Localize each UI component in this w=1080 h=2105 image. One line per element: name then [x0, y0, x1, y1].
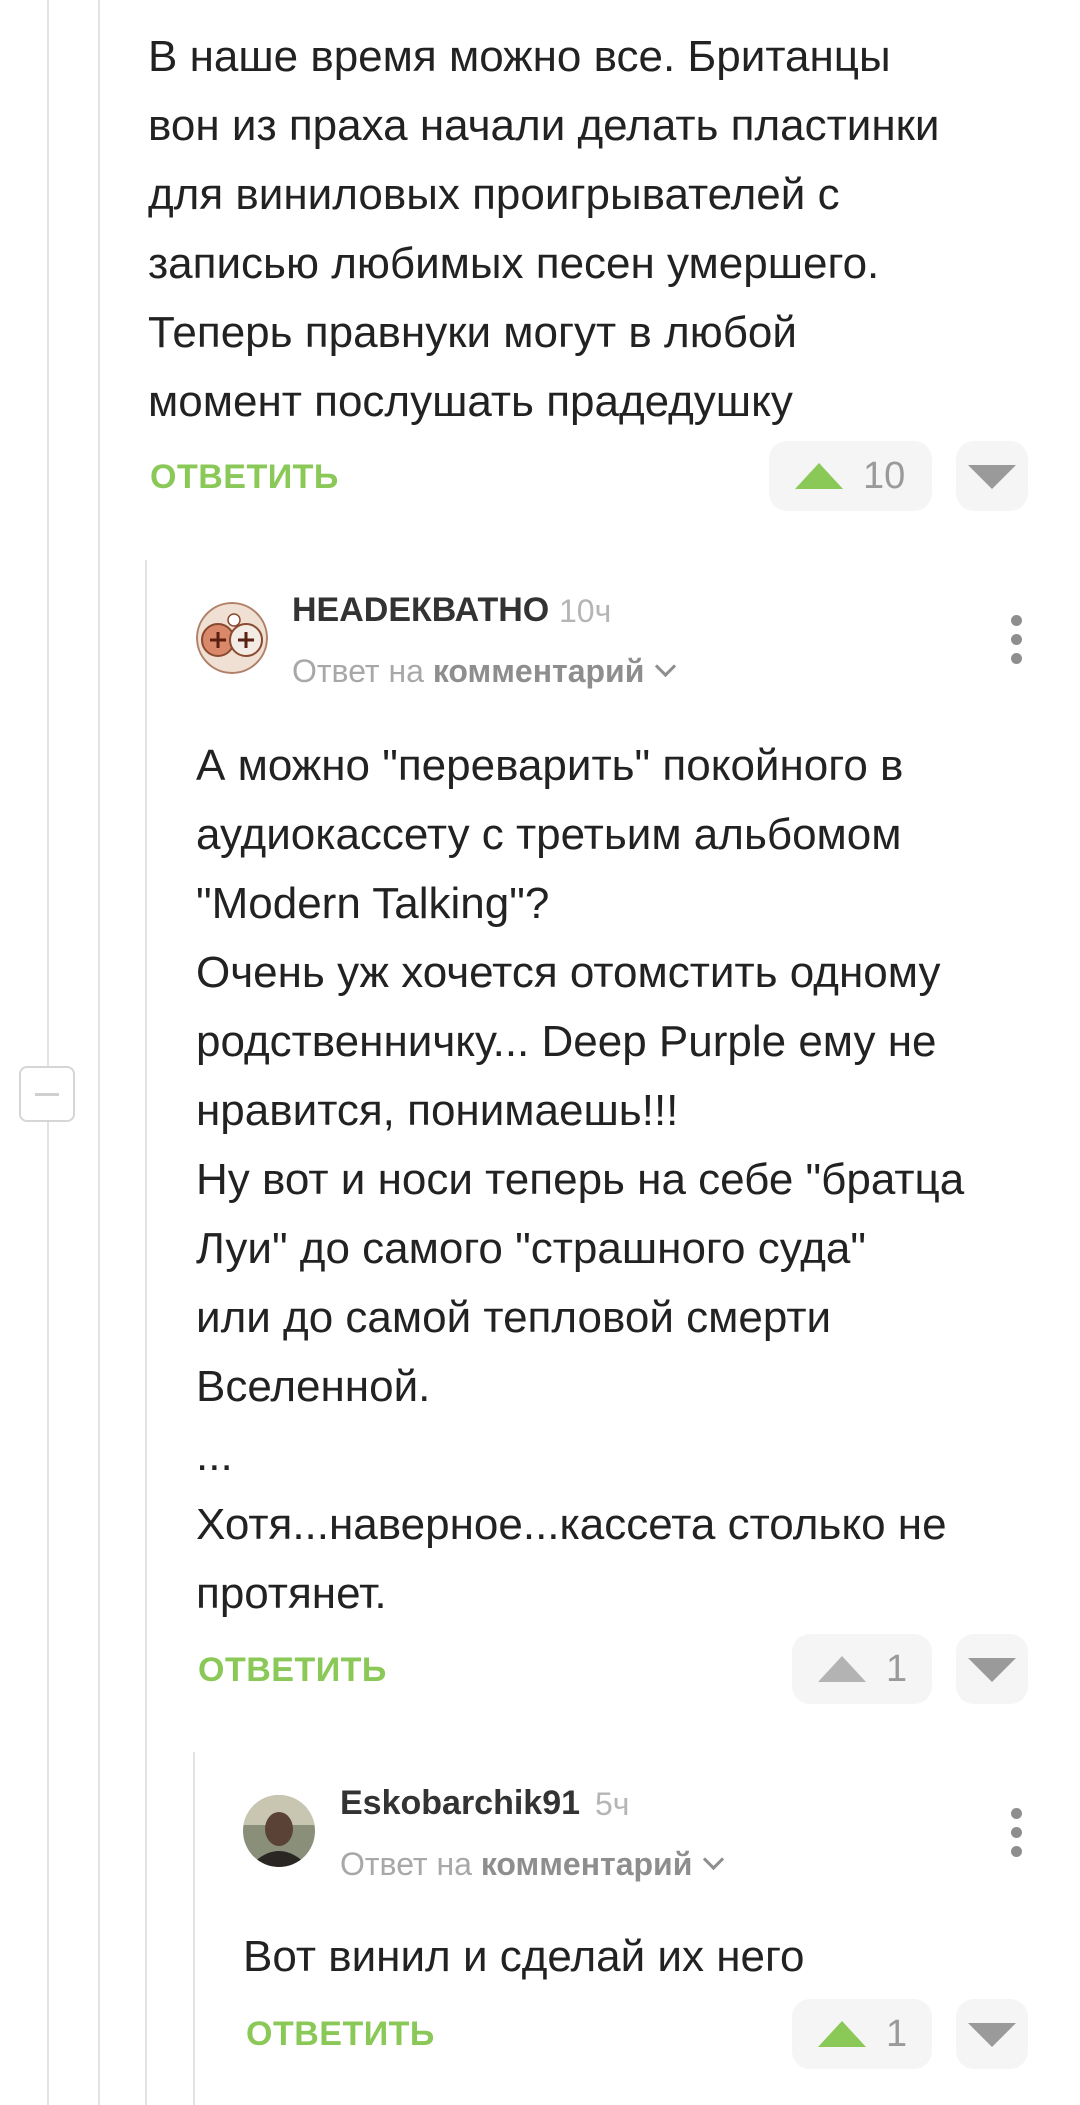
- comment-time: 5ч: [595, 1786, 630, 1822]
- collapse-thread-icon[interactable]: [19, 1066, 75, 1122]
- upvote-icon[interactable]: [795, 463, 843, 489]
- more-options-icon[interactable]: [1011, 1808, 1025, 1865]
- downvote-button[interactable]: [956, 441, 1028, 511]
- comment-author[interactable]: Eskobarchik91: [340, 1784, 580, 1823]
- reply-to-link[interactable]: комментарий: [481, 1846, 693, 1882]
- chevron-down-icon[interactable]: [703, 1848, 725, 1871]
- downvote-icon: [968, 2023, 1016, 2047]
- vote-up-group[interactable]: 1: [792, 1634, 932, 1704]
- rating-count: 10: [863, 454, 906, 497]
- reply-to-line[interactable]: Ответ на комментарий: [292, 653, 677, 690]
- upvote-icon[interactable]: [818, 2021, 866, 2047]
- thread-line-level3: [193, 1752, 195, 2105]
- chevron-down-icon[interactable]: [655, 655, 677, 678]
- avatar[interactable]: [243, 1795, 315, 1867]
- rating-count: 1: [886, 2012, 908, 2055]
- thread-line-level1: [98, 0, 100, 2105]
- vote-up-group[interactable]: 10: [769, 441, 932, 511]
- reply-button[interactable]: ОТВЕТИТЬ: [198, 1651, 387, 1690]
- comment-text: Вот винил и сделай их него: [243, 1932, 805, 1981]
- downvote-icon: [968, 1658, 1016, 1682]
- vote-up-group[interactable]: 1: [792, 1999, 932, 2069]
- comment-text: В наше время можно все. Британцы вон из …: [148, 32, 940, 426]
- reply-button[interactable]: ОТВЕТИТЬ: [246, 2015, 435, 2054]
- downvote-button[interactable]: [956, 1634, 1028, 1704]
- downvote-button[interactable]: [956, 1999, 1028, 2069]
- comment-time: 10ч: [559, 593, 612, 629]
- comment-text: А можно "переварить" покойного в аудиока…: [196, 741, 965, 1618]
- thread-line-root: [47, 0, 49, 2105]
- reply-button[interactable]: ОТВЕТИТЬ: [150, 458, 339, 497]
- comment-author[interactable]: НЕАDЕКВАТНО: [292, 591, 549, 630]
- more-options-icon[interactable]: [1011, 615, 1025, 672]
- rating-count: 1: [886, 1647, 908, 1690]
- thread-line-level2: [145, 560, 147, 2105]
- reply-to-line[interactable]: Ответ на комментарий: [340, 1846, 725, 1883]
- reply-to-link[interactable]: комментарий: [433, 653, 645, 689]
- upvote-icon[interactable]: [818, 1656, 866, 1682]
- reply-to-prefix: Ответ на: [340, 1846, 472, 1882]
- reply-to-prefix: Ответ на: [292, 653, 424, 689]
- downvote-icon: [968, 465, 1016, 489]
- avatar[interactable]: [196, 602, 268, 674]
